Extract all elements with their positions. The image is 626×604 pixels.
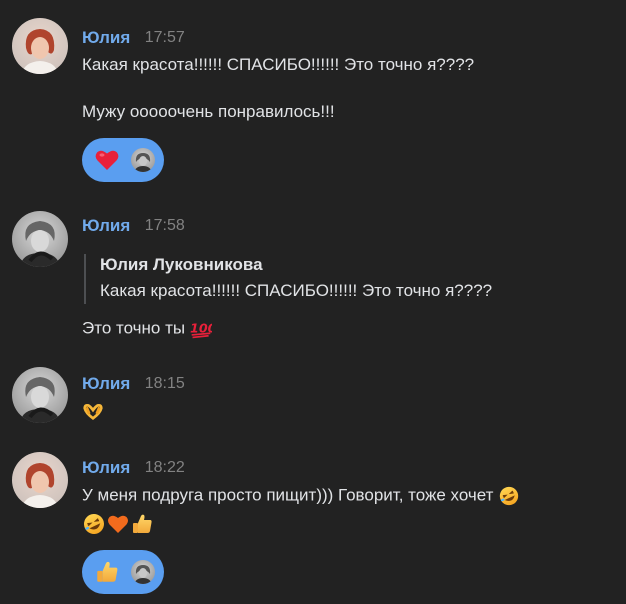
message-header: Юлия 18:15 xyxy=(82,374,185,394)
message-header: Юлия 17:57 xyxy=(82,28,185,48)
reaction-button[interactable] xyxy=(82,550,164,594)
quote-text: Какая красота!!!!!! СПАСИБО!!!!!! Это то… xyxy=(100,281,493,300)
quote-author: Юлия Луковникова xyxy=(100,255,263,274)
rolling-laughing-icon xyxy=(500,486,519,506)
timestamp[interactable]: 17:57 xyxy=(145,29,185,46)
reaction-button[interactable] xyxy=(82,138,164,182)
message-emoji-row xyxy=(82,512,154,538)
rolling-laughing-icon xyxy=(84,514,104,534)
heart-hands-icon xyxy=(83,403,103,421)
thumbs-up-icon xyxy=(133,514,152,533)
message-text: Это точно ты xyxy=(82,318,186,338)
timestamp[interactable]: 18:15 xyxy=(145,375,185,392)
author-name[interactable]: Юлия xyxy=(82,28,130,47)
avatar[interactable] xyxy=(12,211,68,267)
message-text: У меня подруга просто пищит))) Говорит, … xyxy=(82,485,494,505)
reactor-avatar xyxy=(131,148,155,172)
message-emoji xyxy=(82,400,104,426)
author-name[interactable]: Юлия xyxy=(82,216,130,235)
timestamp[interactable]: 17:58 xyxy=(145,217,185,234)
message-text: Какая красота!!!!!! СПАСИБО!!!!!! Это то… xyxy=(82,55,475,74)
heart-icon xyxy=(95,150,119,170)
avatar[interactable] xyxy=(12,18,68,74)
thumbs-up-icon xyxy=(97,561,118,582)
message-header: Юлия 17:58 xyxy=(82,216,185,236)
avatar[interactable] xyxy=(12,452,68,508)
message-text-line: У меня подруга просто пищит))) Говорит, … xyxy=(82,485,520,507)
reactor-avatar xyxy=(131,560,155,584)
quoted-message[interactable]: Юлия Луковникова Какая красота!!!!!! СПА… xyxy=(84,254,586,304)
message-text: Мужу ооооочень понравилось!!! xyxy=(82,102,335,121)
orange-heart-icon xyxy=(108,515,128,533)
author-name[interactable]: Юлия xyxy=(82,458,130,477)
avatar[interactable] xyxy=(12,367,68,423)
author-name[interactable]: Юлия xyxy=(82,374,130,393)
timestamp[interactable]: 18:22 xyxy=(145,459,185,476)
hundred-points-icon: 100 xyxy=(190,320,212,339)
message-text-line: Это точно ты 100 xyxy=(82,318,212,340)
message-header: Юлия 18:22 xyxy=(82,458,185,478)
